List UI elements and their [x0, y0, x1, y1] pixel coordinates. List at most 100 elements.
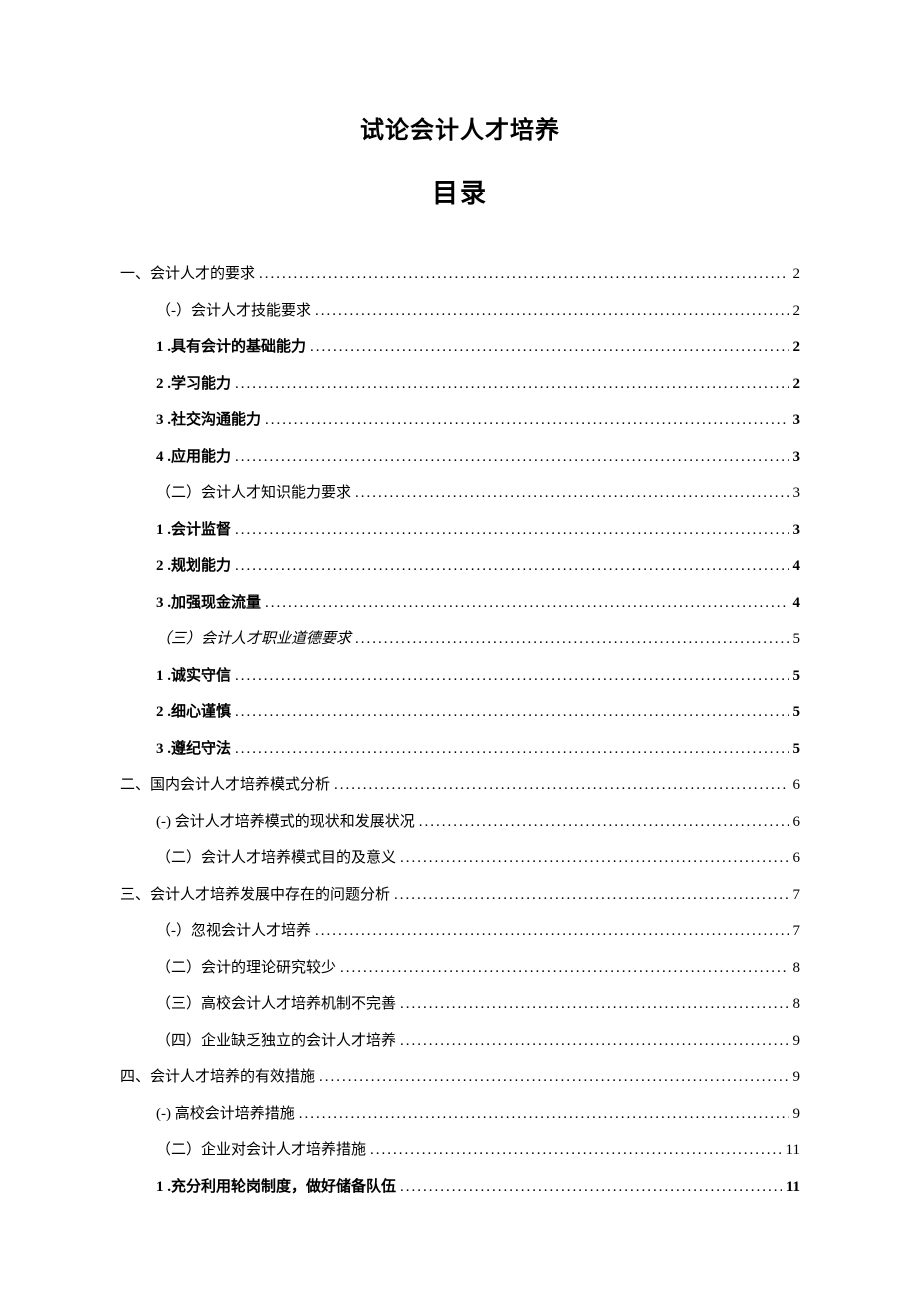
toc-leader-dots	[261, 589, 788, 618]
toc-row: 3 .社交沟通能力 3	[120, 406, 800, 435]
toc-leader-dots	[231, 516, 788, 545]
toc-row: 1 .诚实守信 5	[120, 662, 800, 691]
toc-entry-label[interactable]: 四、会计人才培养的有效措施	[120, 1063, 315, 1092]
toc-page-number: 7	[789, 881, 801, 910]
toc-row: （-）忽视会计人才培养 7	[120, 917, 800, 946]
toc-entry-label[interactable]: 2 .细心谨慎	[156, 698, 231, 727]
toc-entry-label[interactable]: (-) 会计人才培养模式的现状和发展状况	[156, 808, 415, 837]
toc-row: 3 .遵纪守法 5	[120, 735, 800, 764]
toc-page-number: 4	[789, 589, 801, 618]
toc-row: 三、会计人才培养发展中存在的问题分析 7	[120, 881, 800, 910]
document-title: 试论会计人才培养	[120, 110, 800, 145]
toc-page-number: 3	[789, 443, 801, 472]
toc-page-number: 6	[789, 844, 801, 873]
toc-row: 1 .具有会计的基础能力 2	[120, 333, 800, 362]
toc-leader-dots	[315, 1063, 788, 1092]
toc-leader-dots	[261, 406, 788, 435]
toc-entry-label[interactable]: 2 .规划能力	[156, 552, 231, 581]
toc-page-number: 5	[789, 735, 801, 764]
toc-leader-dots	[255, 260, 788, 289]
toc-page-number: 8	[789, 954, 801, 983]
toc-entry-label[interactable]: 1 .诚实守信	[156, 662, 231, 691]
toc-leader-dots	[231, 552, 788, 581]
toc-row: （二）会计人才培养模式目的及意义 6	[120, 844, 800, 873]
toc-page-number: 3	[789, 516, 801, 545]
toc-page-number: 8	[789, 990, 801, 1019]
toc-row: 4 .应用能力 3	[120, 443, 800, 472]
toc-row: （三）会计人才职业道德要求 5	[120, 625, 800, 654]
toc-entry-label[interactable]: （二）企业对会计人才培养措施	[156, 1136, 366, 1165]
toc-page-number: 5	[789, 625, 801, 654]
toc-entry-label[interactable]: 3 .加强现金流量	[156, 589, 261, 618]
toc-leader-dots	[366, 1136, 782, 1165]
toc-leader-dots	[351, 479, 788, 508]
toc-page-number: 9	[789, 1100, 801, 1129]
toc-entry-label[interactable]: 1 .会计监督	[156, 516, 231, 545]
toc-page-number: 5	[789, 698, 801, 727]
toc-page-number: 4	[789, 552, 801, 581]
toc-row: 3 .加强现金流量 4	[120, 589, 800, 618]
toc-row: (-) 会计人才培养模式的现状和发展状况 6	[120, 808, 800, 837]
toc-row: （三）高校会计人才培养机制不完善 8	[120, 990, 800, 1019]
toc-entry-label[interactable]: （-）忽视会计人才培养	[156, 917, 311, 946]
toc-page-number: 6	[789, 771, 801, 800]
toc-page-number: 2	[789, 260, 801, 289]
toc-row: 2 .细心谨慎 5	[120, 698, 800, 727]
toc-row: （四）企业缺乏独立的会计人才培养 9	[120, 1027, 800, 1056]
toc-leader-dots	[231, 698, 788, 727]
toc-row: （二）企业对会计人才培养措施 11	[120, 1136, 800, 1165]
toc-leader-dots	[396, 1027, 788, 1056]
toc-heading: 目录	[120, 173, 800, 210]
toc-entry-label[interactable]: 三、会计人才培养发展中存在的问题分析	[120, 881, 390, 910]
toc-row: 二、国内会计人才培养模式分析 6	[120, 771, 800, 800]
toc-entry-label[interactable]: （二）会计人才知识能力要求	[156, 479, 351, 508]
toc-entry-label[interactable]: 3 .社交沟通能力	[156, 406, 261, 435]
toc-entry-label[interactable]: 2 .学习能力	[156, 370, 231, 399]
toc-entry-label[interactable]: （四）企业缺乏独立的会计人才培养	[156, 1027, 396, 1056]
toc-page-number: 6	[789, 808, 801, 837]
toc-entry-label[interactable]: 1 .具有会计的基础能力	[156, 333, 306, 362]
toc-leader-dots	[311, 297, 789, 326]
toc-leader-dots	[396, 844, 788, 873]
toc-page-number: 3	[789, 406, 801, 435]
toc-leader-dots	[351, 625, 788, 654]
toc-row: 1 .会计监督 3	[120, 516, 800, 545]
toc-leader-dots	[396, 1173, 782, 1202]
toc-entry-label[interactable]: （-）会计人才技能要求	[156, 297, 311, 326]
toc-entry-label[interactable]: 二、国内会计人才培养模式分析	[120, 771, 330, 800]
toc-page-number: 7	[789, 917, 801, 946]
toc-leader-dots	[415, 808, 789, 837]
toc-page-number: 2	[789, 333, 801, 362]
toc-entry-label[interactable]: （二）会计的理论研究较少	[156, 954, 336, 983]
toc-page-number: 11	[782, 1136, 800, 1165]
toc-page-number: 11	[782, 1173, 800, 1202]
toc-row: 四、会计人才培养的有效措施 9	[120, 1063, 800, 1092]
toc-row: （二）会计人才知识能力要求3	[120, 479, 800, 508]
toc-entry-label[interactable]: 一、会计人才的要求	[120, 260, 255, 289]
toc-entry-label[interactable]: 3 .遵纪守法	[156, 735, 231, 764]
toc-page-number: 9	[789, 1063, 801, 1092]
toc-leader-dots	[330, 771, 788, 800]
toc-entry-label[interactable]: (-) 高校会计培养措施	[156, 1100, 295, 1129]
toc-entry-label[interactable]: （三）会计人才职业道德要求	[156, 625, 351, 654]
toc-row: （二）会计的理论研究较少 8	[120, 954, 800, 983]
toc-entry-label[interactable]: 4 .应用能力	[156, 443, 231, 472]
toc-page-number: 9	[789, 1027, 801, 1056]
table-of-contents: 一、会计人才的要求 2 （-）会计人才技能要求 2 1 .具有会计的基础能力 2 2 .学习…	[120, 260, 800, 1201]
toc-entry-label[interactable]: （三）高校会计人才培养机制不完善	[156, 990, 396, 1019]
toc-row: （-）会计人才技能要求 2	[120, 297, 800, 326]
toc-leader-dots	[396, 990, 788, 1019]
toc-leader-dots	[231, 735, 788, 764]
toc-row: 2 .规划能力 4	[120, 552, 800, 581]
toc-page-number: 2	[789, 370, 801, 399]
toc-row: (-) 高校会计培养措施 9	[120, 1100, 800, 1129]
toc-leader-dots	[311, 917, 789, 946]
toc-leader-dots	[231, 662, 788, 691]
toc-row: 1 .充分利用轮岗制度，做好储备队伍 11	[120, 1173, 800, 1202]
toc-leader-dots	[231, 370, 788, 399]
toc-page-number: 2	[789, 297, 801, 326]
toc-page-number: 5	[789, 662, 801, 691]
toc-entry-label[interactable]: （二）会计人才培养模式目的及意义	[156, 844, 396, 873]
toc-leader-dots	[390, 881, 788, 910]
toc-entry-label[interactable]: 1 .充分利用轮岗制度，做好储备队伍	[156, 1173, 396, 1202]
